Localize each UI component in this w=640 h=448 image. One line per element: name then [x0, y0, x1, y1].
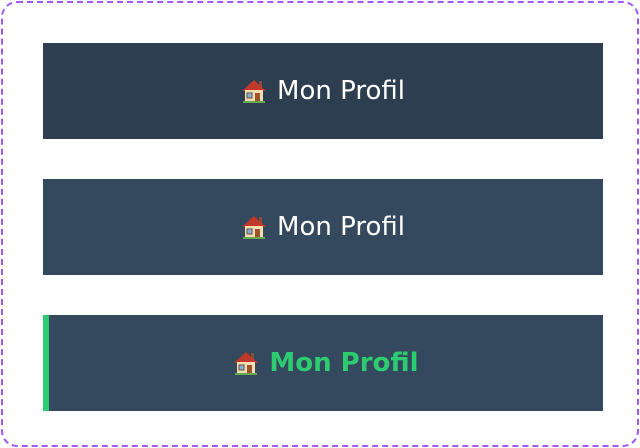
nav-item-profile-active[interactable]: Mon Profil — [43, 315, 603, 411]
nav-item-label: Mon Profil — [277, 76, 405, 106]
nav-item-profile-default[interactable]: Mon Profil — [43, 43, 603, 139]
nav-item-label-active: Mon Profil — [269, 348, 419, 378]
nav-item-label: Mon Profil — [277, 212, 405, 242]
house-icon — [233, 350, 259, 376]
nav-item-profile-hover[interactable]: Mon Profil — [43, 179, 603, 275]
house-icon — [241, 214, 267, 240]
house-icon — [241, 78, 267, 104]
preview-frame: Mon Profil Mon Profil Mon Profil — [1, 1, 639, 447]
